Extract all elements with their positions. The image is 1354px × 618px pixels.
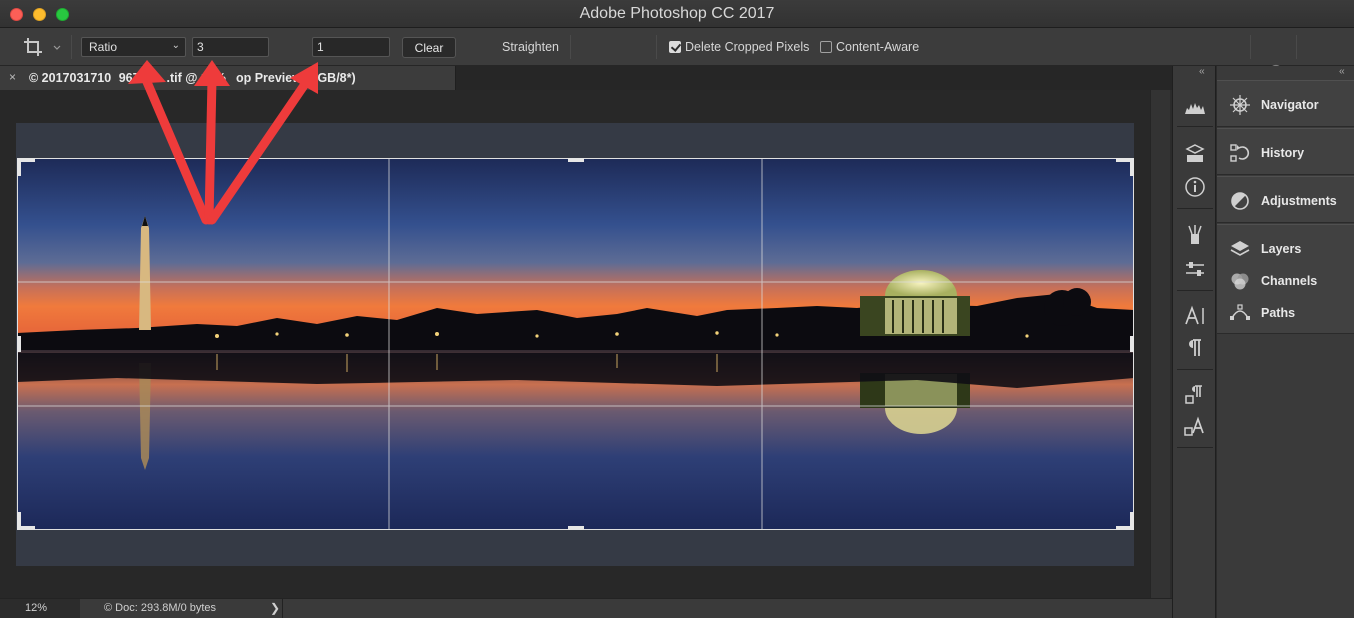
ratio-height-input[interactable]: 1: [312, 37, 390, 57]
navigator-panel-group: Navigator: [1217, 80, 1354, 127]
toolbar-separator: [570, 35, 571, 59]
panel-tab-layers[interactable]: Layers: [1217, 235, 1354, 261]
layers-icon: [1230, 241, 1250, 256]
ratio-preset-value: Ratio: [89, 40, 118, 54]
dock-separator: [1177, 369, 1213, 370]
app-title: Adobe Photoshop CC 2017: [579, 5, 775, 22]
straighten-label[interactable]: Straighten: [502, 40, 559, 54]
status-bar: 12% © Doc: 293.8M/0 bytes ❯: [0, 598, 1172, 618]
options-bar: Ratio ⌄ 3 1 Clear Straighten Delete Crop…: [0, 28, 1354, 88]
title-bar: Adobe Photoshop CC 2017: [0, 0, 1354, 28]
panel-tab-navigator[interactable]: Navigator: [1217, 91, 1354, 117]
content-aware-label[interactable]: Content-Aware: [836, 40, 919, 54]
dock-separator: [1177, 447, 1213, 448]
night-skyline-image: [17, 158, 1134, 530]
document-tab[interactable]: × © 2017031710 967-Pa .tif @ 12% op Prev…: [0, 66, 456, 90]
document-tab-title: © 2017031710 967-Pa .tif @ 12% op Previe…: [29, 71, 356, 85]
history-icon: [1230, 144, 1250, 162]
panel-tab-history[interactable]: History: [1217, 139, 1354, 165]
adjustments-panel-group: Adjustments: [1217, 176, 1354, 223]
paragraph-styles-icon[interactable]: [1183, 383, 1207, 407]
photo-crop-preview[interactable]: [17, 158, 1134, 530]
dock-separator: [1177, 290, 1213, 291]
status-menu-arrow-icon[interactable]: ❯: [270, 601, 280, 615]
panel-tab-channels[interactable]: Channels: [1217, 267, 1354, 293]
toolbar-separator: [1296, 35, 1297, 59]
panel-tab-paths[interactable]: Paths: [1217, 299, 1354, 325]
history-label: History: [1261, 146, 1305, 160]
vertical-scrollbar[interactable]: [1150, 90, 1170, 598]
dock-separator: [1177, 208, 1213, 209]
3d-icon[interactable]: [1183, 142, 1207, 166]
content-aware-checkbox[interactable]: [820, 41, 832, 53]
channels-icon: [1231, 273, 1249, 290]
character-icon[interactable]: [1183, 304, 1207, 328]
histogram-icon[interactable]: [1183, 94, 1207, 118]
toolbar-separator: [1250, 35, 1251, 59]
channels-label: Channels: [1261, 274, 1318, 288]
info-icon[interactable]: [1183, 175, 1207, 199]
paragraph-icon[interactable]: [1183, 336, 1207, 360]
delete-cropped-pixels-label[interactable]: Delete Cropped Pixels: [685, 40, 809, 54]
toolbar-separator: [656, 35, 657, 59]
chevron-down-icon: ⌄: [171, 40, 180, 51]
properties-icon[interactable]: [1183, 257, 1207, 281]
character-styles-icon[interactable]: [1183, 415, 1207, 439]
document-tab-bar: × © 2017031710 967-Pa .tif @ 12% op Prev…: [0, 66, 1172, 90]
collapse-dock-icon[interactable]: ‹‹: [1199, 66, 1205, 77]
delete-cropped-pixels-checkbox[interactable]: [669, 41, 681, 53]
brush-icon[interactable]: [1183, 223, 1207, 247]
ratio-preset-select[interactable]: Ratio ⌄: [81, 37, 186, 57]
toolbar-separator: [71, 35, 72, 59]
crop-tool-icon[interactable]: [22, 36, 62, 58]
panel-icon-dock: ‹‹: [1172, 66, 1216, 618]
close-tab-icon[interactable]: ×: [9, 70, 16, 84]
layers-panel-group: Layers Channels Paths: [1217, 224, 1354, 334]
collapse-panels-icon[interactable]: ‹‹: [1339, 66, 1345, 77]
navigator-label: Navigator: [1261, 98, 1319, 112]
clear-button[interactable]: Clear: [402, 37, 456, 58]
paths-icon: [1230, 304, 1250, 320]
layers-label: Layers: [1261, 242, 1302, 256]
ratio-width-input[interactable]: 3: [192, 37, 269, 57]
paths-label: Paths: [1261, 306, 1296, 320]
panel-dock: ‹‹ Navigator History Adjustments Layers …: [1217, 66, 1354, 618]
zoom-level[interactable]: 12%: [0, 599, 80, 618]
navigator-icon: [1230, 95, 1250, 115]
history-panel-group: History: [1217, 128, 1354, 175]
status-separator: [282, 599, 283, 618]
document-info: © Doc: 293.8M/0 bytes: [104, 602, 217, 614]
panel-tab-adjustments[interactable]: Adjustments: [1217, 187, 1354, 213]
adjustments-label: Adjustments: [1261, 194, 1337, 208]
adjustments-icon: [1231, 192, 1249, 210]
dock-separator: [1177, 126, 1213, 127]
